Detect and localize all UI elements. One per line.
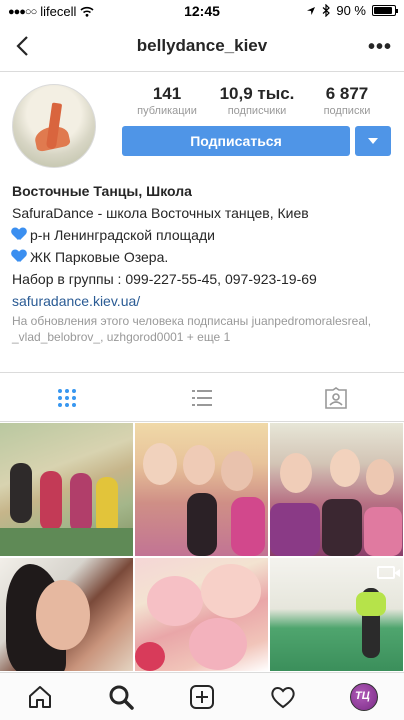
heart-icon[interactable] <box>269 683 297 711</box>
blue-heart-icon <box>12 228 26 241</box>
bio-line: ЖК Парковые Озера. <box>12 246 397 268</box>
profile-stats: 141 публикации 10,9 тыс. подписчики 6 87… <box>122 84 392 120</box>
profile-bio: Восточные Танцы, Школа SafuraDance - шко… <box>12 180 397 312</box>
stat-followers[interactable]: 10,9 тыс. подписчики <box>212 84 302 120</box>
location-icon <box>307 6 316 15</box>
more-icon[interactable]: ••• <box>368 36 392 59</box>
battery-icon <box>372 5 398 16</box>
battery-percent: 90 % <box>336 3 366 18</box>
profile-username: bellydance_kiev <box>136 36 268 55</box>
suggestions-dropdown-button[interactable] <box>355 126 391 156</box>
grid-photo[interactable] <box>270 423 403 556</box>
profile-view-tabs <box>0 372 404 422</box>
followed-by-text[interactable]: На обновления этого человека подписаны j… <box>12 313 397 345</box>
chevron-down-icon <box>368 138 378 144</box>
grid-photo[interactable] <box>135 423 268 556</box>
stat-posts-value: 141 <box>152 84 182 103</box>
photo-grid <box>0 423 404 671</box>
grid-photo[interactable] <box>0 423 133 556</box>
list-icon[interactable] <box>190 386 214 410</box>
home-icon[interactable] <box>26 683 54 711</box>
bio-line-text: ЖК Парковые Озера. <box>30 249 169 265</box>
bluetooth-icon <box>322 4 331 17</box>
search-icon[interactable] <box>107 683 135 711</box>
status-bar: ●●●○○ lifecell 12:45 90 % <box>0 0 404 22</box>
stat-followers-label: подписчики <box>227 105 287 117</box>
profile-icon[interactable]: ТЦ <box>350 683 378 711</box>
profile-full-name: Восточные Танцы, Школа <box>12 183 192 199</box>
video-icon <box>377 566 400 579</box>
website-link[interactable]: safuradance.kiev.ua/ <box>12 290 397 312</box>
avatar[interactable] <box>12 84 96 168</box>
stat-following-value: 6 877 <box>325 84 369 103</box>
blue-heart-icon <box>12 250 26 263</box>
add-icon[interactable] <box>188 683 216 711</box>
tagged-icon[interactable] <box>324 386 348 410</box>
grid-photo[interactable] <box>0 558 133 671</box>
top-nav-bar: bellydance_kiev ••• <box>0 22 404 72</box>
stat-followers-value: 10,9 тыс. <box>219 84 295 103</box>
stat-following[interactable]: 6 877 подписки <box>302 84 392 120</box>
bio-line-text: р-н Ленинградской площади <box>30 227 215 243</box>
follow-button[interactable]: Подписаться <box>122 126 350 156</box>
grid-photo[interactable] <box>270 558 403 671</box>
bio-line: SafuraDance - школа Восточных танцев, Ки… <box>12 205 309 221</box>
profile-icon-label: ТЦ <box>355 690 370 702</box>
bio-line: р-н Ленинградской площади <box>12 224 397 246</box>
grid-icon[interactable] <box>55 386 79 410</box>
stat-posts-label: публикации <box>137 105 197 117</box>
grid-photo[interactable] <box>135 558 268 671</box>
stat-following-label: подписки <box>323 105 371 117</box>
bottom-tab-bar: ТЦ <box>0 672 404 720</box>
stat-posts[interactable]: 141 публикации <box>122 84 212 120</box>
bio-line: Набор в группы : 099-227-55-45, 097-923-… <box>12 271 317 287</box>
